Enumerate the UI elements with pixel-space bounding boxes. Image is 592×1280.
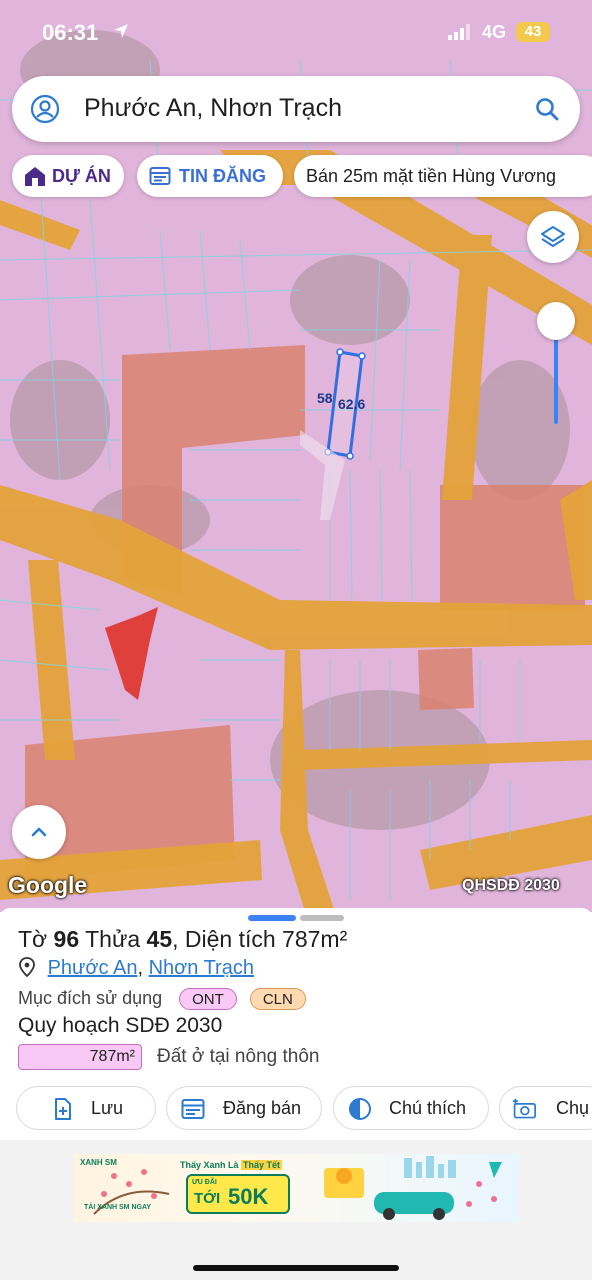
parcel-label: Thửa (85, 926, 141, 952)
layer-name: QHSDĐ 2030 (462, 877, 560, 894)
usage-tag-ont[interactable]: ONT (179, 988, 237, 1010)
ward-link[interactable]: Phước An (48, 957, 138, 979)
status-time: 06:31 (42, 20, 99, 45)
usage-tag-cln[interactable]: CLN (249, 988, 306, 1010)
listing-icon (181, 1099, 205, 1119)
expand-button[interactable] (12, 805, 66, 859)
sheet-number: 96 (53, 926, 80, 952)
legend-button[interactable]: Chú thích (333, 1086, 489, 1130)
map-view[interactable]: 06:31 4G 43 Phước An, Nhơn Trạch DỰ ÁN T… (0, 0, 592, 912)
parcel-info-sheet: Tờ 96 Thửa 45, Diện tích 787m² Phước An,… (0, 908, 592, 1280)
account-icon[interactable] (30, 94, 60, 124)
sheet-label: Tờ (18, 926, 48, 952)
layers-button[interactable] (527, 211, 579, 263)
legend-label: Chú thích (389, 1098, 467, 1118)
ad-artwork (93, 1156, 502, 1220)
chip-du-an[interactable]: DỰ ÁN (12, 155, 124, 197)
add-document-icon (55, 1098, 71, 1120)
signal-icon (448, 24, 470, 40)
capture-label: Chụ (556, 1098, 590, 1118)
ad-promo-prefix: TỚI (194, 1190, 221, 1207)
ad-headline-highlight: Thấy Tết (241, 1160, 283, 1170)
google-logo: Google (8, 872, 88, 898)
home-indicator[interactable] (193, 1265, 399, 1271)
battery-icon: 43 (516, 22, 550, 42)
ad-brand: XANH SM (80, 1158, 117, 1167)
capture-button[interactable]: Chụ (499, 1086, 592, 1130)
ad-headline-prefix: Thấy Xanh Là (180, 1160, 239, 1170)
sheet-page-indicator[interactable] (300, 915, 344, 921)
chip-tin-dang[interactable]: TIN ĐĂNG (137, 155, 283, 197)
chip-listing[interactable]: Bán 25m mặt tiền Hùng Vương (294, 155, 592, 197)
post-sale-button[interactable]: Đăng bán (166, 1086, 322, 1130)
parcel-width-label: 58 (317, 390, 333, 406)
chevron-up-icon (31, 827, 47, 837)
parcel-title: Tờ 96 Thửa 45, Diện tích 787m² (18, 926, 347, 953)
usage-row: Mục đích sử dụng ONT CLN (18, 988, 306, 1010)
usage-label: Mục đích sử dụng (18, 988, 163, 1008)
house-icon (25, 167, 45, 186)
area-label: , Diện tích 787m² (172, 926, 348, 952)
post-sale-label: Đăng bán (223, 1098, 302, 1118)
sheet-page-indicator-active[interactable] (248, 915, 296, 921)
save-button[interactable]: Lưu (16, 1086, 156, 1130)
search-icon[interactable] (534, 96, 560, 122)
plan-area-description: Đất ở tại nông thôn (157, 1046, 320, 1067)
location-row: Phước An, Nhơn Trạch (18, 957, 254, 980)
parcel-length-label: 62.6 (338, 396, 366, 412)
save-button-label: Lưu (91, 1098, 124, 1118)
location-arrow-icon (114, 24, 128, 38)
status-bar: 06:31 4G 43 (0, 0, 592, 64)
ad-area: XANH SM Thấy Xanh Là Thấy Tết ƯU ĐÃI TỚI… (0, 1140, 592, 1280)
ad-headline: Thấy Xanh Là Thấy Tết (180, 1160, 283, 1170)
plan-area-badge: 787m² (18, 1044, 142, 1070)
network-type: 4G (482, 22, 507, 42)
chip-tin-dang-label: TIN ĐĂNG (179, 166, 266, 186)
listing-icon (149, 167, 171, 185)
chip-listing-label: Bán 25m mặt tiền Hùng Vương (306, 166, 556, 186)
search-bar[interactable]: Phước An, Nhơn Trạch (12, 76, 580, 142)
ad-promo-box: ƯU ĐÃI TỚI 50K (186, 1174, 290, 1214)
parcel-number: 45 (146, 926, 173, 952)
district-link[interactable]: Nhơn Trạch (149, 957, 254, 979)
contrast-icon (349, 1098, 371, 1120)
location-separator: , (137, 957, 144, 979)
layers-icon (541, 226, 565, 247)
ad-promo-amount: 50K (228, 1184, 269, 1209)
search-input[interactable]: Phước An, Nhơn Trạch (84, 94, 342, 123)
ad-banner[interactable]: XANH SM Thấy Xanh Là Thấy Tết ƯU ĐÃI TỚI… (74, 1154, 518, 1222)
opacity-slider-handle[interactable] (537, 302, 575, 340)
plan-title: Quy hoạch SDĐ 2030 (18, 1014, 223, 1037)
ad-promo-small: ƯU ĐÃI (192, 1179, 217, 1186)
location-pin-icon (19, 957, 35, 977)
camera-icon (512, 1098, 536, 1119)
ad-subtitle: TẢI XANH SM NGAY (84, 1204, 152, 1211)
chip-du-an-label: DỰ ÁN (52, 166, 111, 186)
